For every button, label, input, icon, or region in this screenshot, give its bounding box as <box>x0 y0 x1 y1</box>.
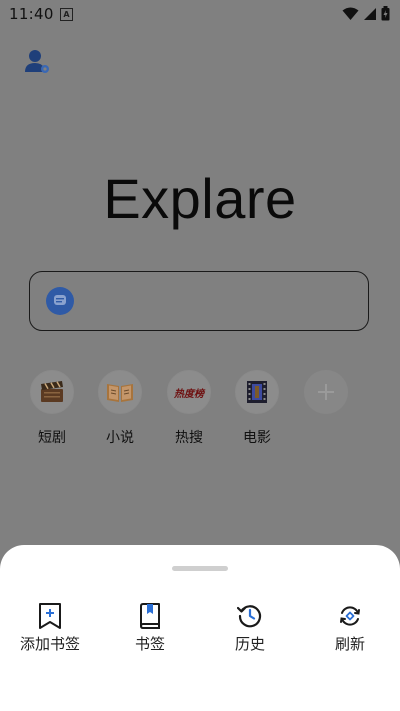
refresh-label: 刷新 <box>334 635 365 653</box>
bottom-sheet: 添加书签 书签 历史 刷新 <box>0 545 400 711</box>
add-shortcut-button[interactable] <box>296 370 356 414</box>
notification-icon: A <box>60 8 73 21</box>
shortcut-short-drama[interactable]: 短剧 <box>22 370 82 447</box>
status-bar: 11:40 A <box>0 0 400 28</box>
browser-home-screen: 11:40 A Explare 短剧 小说 热度榜 热搜 电影 添加书签 书签 … <box>0 0 400 711</box>
hot-list-icon: 热度榜 <box>167 370 211 414</box>
history-button[interactable]: 历史 <box>205 602 295 654</box>
shortcut-grid: 短剧 小说 热度榜 热搜 电影 <box>0 370 400 450</box>
wifi-icon <box>342 7 359 20</box>
clapperboard-icon <box>30 370 74 414</box>
status-time: 11:40 <box>9 5 54 23</box>
shortcut-label: 电影 <box>243 430 271 446</box>
battery-icon <box>381 6 390 21</box>
book-icon <box>98 370 142 414</box>
app-logo-text: Explare <box>103 167 297 230</box>
shortcut-novel[interactable]: 小说 <box>90 370 150 447</box>
history-icon <box>237 605 262 628</box>
plus-icon <box>304 370 348 414</box>
bookmarks-button[interactable]: 书签 <box>105 602 195 654</box>
shortcut-label: 热搜 <box>175 430 203 446</box>
signal-icon <box>364 7 376 20</box>
shortcut-label: 小说 <box>106 430 134 446</box>
bookmarks-icon <box>140 603 160 629</box>
user-avatar-icon[interactable] <box>22 46 52 76</box>
shortcut-hot-search[interactable]: 热度榜 热搜 <box>159 370 219 447</box>
drag-handle[interactable] <box>172 566 228 571</box>
search-input[interactable] <box>29 271 369 331</box>
search-engine-icon[interactable] <box>46 287 74 315</box>
status-icons <box>342 6 390 21</box>
add-bookmark-label: 添加书签 <box>19 635 80 653</box>
add-bookmark-icon <box>39 603 61 629</box>
history-label: 历史 <box>234 635 265 653</box>
add-bookmark-button[interactable]: 添加书签 <box>5 602 95 654</box>
hot-list-badge-text: 热度榜 <box>174 388 204 400</box>
refresh-button[interactable]: 刷新 <box>305 602 395 654</box>
refresh-icon <box>340 606 360 626</box>
shortcut-movie[interactable]: 电影 <box>227 370 287 447</box>
bookmarks-label: 书签 <box>134 635 165 653</box>
film-icon <box>235 370 279 414</box>
shortcut-label: 短剧 <box>38 430 66 446</box>
